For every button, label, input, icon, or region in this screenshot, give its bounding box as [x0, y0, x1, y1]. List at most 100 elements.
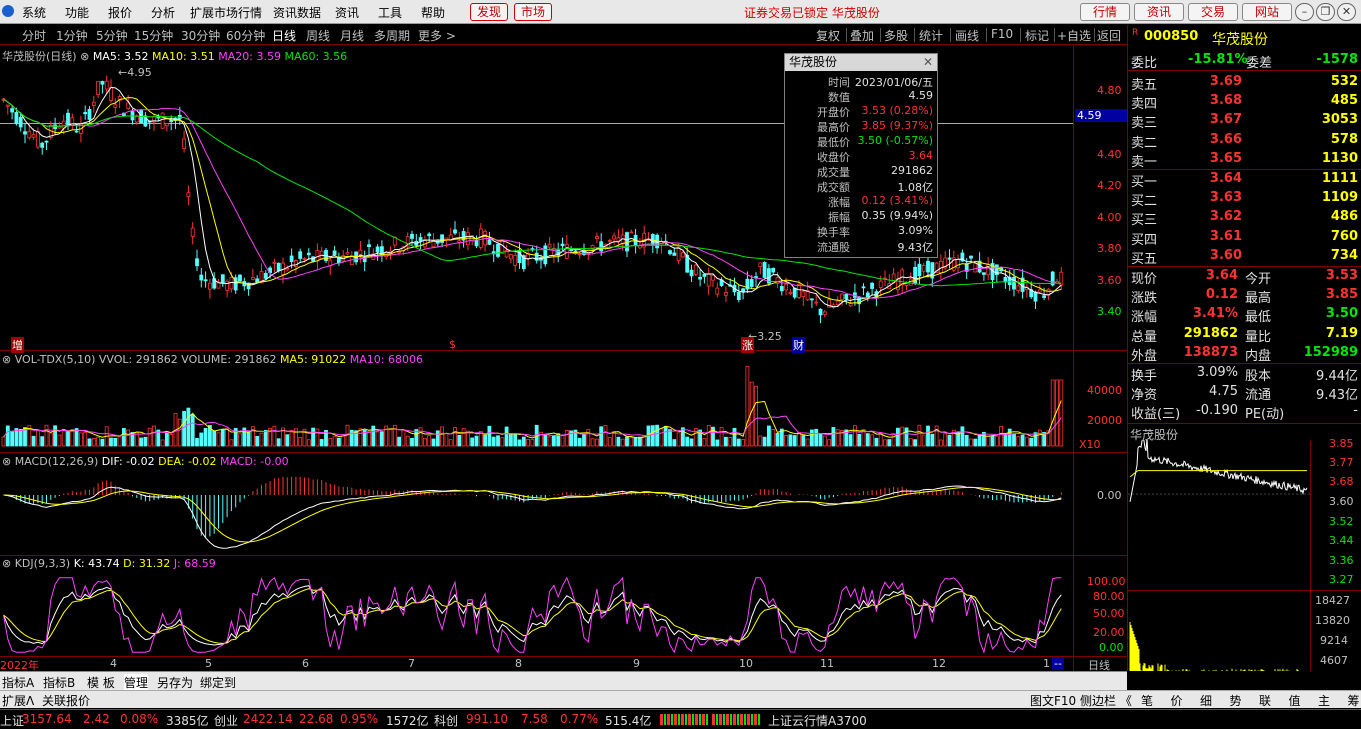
more-label: 更多 — [418, 29, 443, 43]
ask-row[interactable]: 卖五 3.69 532 — [1128, 73, 1361, 93]
menu-help[interactable]: 帮助 — [421, 4, 445, 21]
trade-button[interactable]: 交易 — [1188, 3, 1238, 21]
ask-row[interactable]: 卖四 3.68 485 — [1128, 92, 1361, 113]
period-tab-weekly[interactable]: 周线 — [306, 27, 330, 44]
period-tab-timeshare[interactable]: 分时 — [22, 27, 46, 44]
tooltip-row: 收盘价 3.64 — [785, 149, 937, 164]
period-tab-15min[interactable]: 15分钟 — [134, 27, 173, 44]
marker-dollar[interactable]: $ — [449, 338, 456, 351]
overlay-button[interactable]: 叠加 — [850, 27, 874, 44]
main-chart-legend: 华茂股份(日线) ⊗ MA5: 3.52 MA10: 3.51 MA20: 3.… — [2, 48, 347, 64]
website-button[interactable]: 网站 — [1242, 3, 1292, 21]
right-tab[interactable]: 筹 — [1348, 692, 1360, 709]
low-marker-value: 3.25 — [757, 330, 782, 343]
ask-label: 卖五 — [1131, 78, 1158, 93]
bid-row[interactable]: 买一 3.64 1111 — [1128, 170, 1361, 190]
close-icon[interactable]: ✕ — [923, 54, 933, 71]
tab-save-as[interactable]: 另存为 — [157, 674, 193, 691]
right-tab[interactable]: 主 — [1318, 692, 1330, 709]
mark-button[interactable]: 标记 — [1025, 27, 1049, 44]
ask-row[interactable]: 卖三 3.67 3053 — [1128, 111, 1361, 131]
quote-button[interactable]: 行情 — [1080, 3, 1130, 21]
draw-line-button[interactable]: 画线 — [955, 27, 979, 44]
menu-function[interactable]: 功能 — [65, 4, 89, 21]
marker-cai[interactable]: 财 — [792, 337, 805, 353]
marker-zhang[interactable]: 涨 — [741, 337, 754, 353]
market-button[interactable]: 市场 — [514, 3, 552, 21]
related-quotes-tab[interactable]: 关联报价 — [42, 692, 90, 709]
volume-bar — [891, 433, 896, 447]
bid-row[interactable]: 买五 3.60 734 — [1128, 247, 1361, 267]
period-tab-5min[interactable]: 5分钟 — [96, 27, 128, 44]
collapse-icon[interactable]: ⊗ — [2, 353, 11, 366]
right-tab[interactable]: 联 — [1259, 692, 1271, 709]
collapse-icon[interactable]: ⊗ — [2, 455, 11, 468]
menu-info-data[interactable]: 资讯数据 — [273, 4, 321, 21]
volume-bar — [203, 427, 208, 447]
candle-body — [870, 282, 874, 289]
sh-index-change: 2.42 — [83, 712, 110, 726]
tab-bind-to[interactable]: 绑定到 — [200, 674, 236, 691]
right-tab[interactable]: 势 — [1230, 692, 1242, 709]
period-tab-monthly[interactable]: 月线 — [340, 27, 364, 44]
ma60-legend: MA60: 3.56 — [284, 50, 348, 63]
volume-bar — [547, 436, 552, 447]
multi-stock-button[interactable]: 多股 — [884, 27, 908, 44]
bid-row[interactable]: 买三 3.62 486 — [1128, 208, 1361, 229]
tab-template[interactable]: 模 板 — [87, 674, 115, 691]
menu-quote[interactable]: 报价 — [108, 4, 132, 21]
candle-body — [668, 250, 672, 255]
restore-rights-button[interactable]: 复权 — [816, 27, 840, 44]
menu-system[interactable]: 系统 — [22, 4, 46, 21]
bid-row[interactable]: 买四 3.61 760 — [1128, 228, 1361, 248]
f10-button[interactable]: F10 — [991, 27, 1013, 41]
tab-manage[interactable]: 管理 — [124, 674, 149, 691]
tab-indicator-b[interactable]: 指标B — [43, 674, 75, 691]
period-tab-multi[interactable]: 多周期 — [374, 27, 410, 44]
right-tab[interactable]: 值 — [1289, 692, 1301, 709]
back-button[interactable]: 返回 — [1097, 27, 1121, 44]
statistics-button[interactable]: 统计 — [919, 27, 943, 44]
menu-info[interactable]: 资讯 — [335, 4, 359, 21]
menu-ext-market[interactable]: 扩展市场行情 — [190, 4, 262, 21]
volume-bar — [517, 439, 522, 447]
restore-icon[interactable]: ❐ — [1316, 3, 1335, 21]
tab-indicator-a[interactable]: 指标A — [2, 674, 34, 691]
candle-body — [762, 262, 767, 278]
period-tab-more[interactable]: 更多 > — [418, 27, 456, 44]
marker-zeng[interactable]: 增 — [11, 337, 24, 353]
candle-body — [599, 241, 604, 252]
bid-label: 买三 — [1131, 213, 1158, 229]
tooltip-value: 1.08亿 — [897, 181, 934, 194]
period-tab-1min[interactable]: 1分钟 — [56, 27, 88, 44]
period-tab-daily[interactable]: 日线 — [272, 27, 296, 44]
right-tab[interactable]: 笔 — [1141, 692, 1153, 709]
candle-body — [698, 276, 702, 280]
menu-tools[interactable]: 工具 — [378, 4, 402, 21]
volume-bar — [397, 436, 402, 447]
period-tab-30min[interactable]: 30分钟 — [181, 27, 220, 44]
stat2-row: 收益(三) -0.190 PE(动) - — [1128, 402, 1361, 422]
ask-label: 卖四 — [1131, 97, 1158, 113]
right-tab[interactable]: 价 — [1171, 692, 1183, 709]
period-tab-60min[interactable]: 60分钟 — [226, 27, 265, 44]
ext-toggle[interactable]: 扩展Λ — [2, 692, 34, 709]
close-icon[interactable]: ✕ — [1337, 3, 1356, 21]
right-tab[interactable]: 细 — [1200, 692, 1212, 709]
minimize-icon[interactable]: – — [1295, 3, 1314, 21]
volume-bar — [1012, 433, 1016, 447]
ask-row[interactable]: 卖二 3.66 578 — [1128, 131, 1361, 151]
candle-body — [625, 232, 629, 252]
collapse-icon[interactable]: ⊗ — [80, 50, 89, 63]
news-button[interactable]: 资讯 — [1134, 3, 1184, 21]
f10-graphic-button[interactable]: 图文F10 — [1030, 692, 1076, 709]
bid-row[interactable]: 买二 3.63 1109 — [1128, 189, 1361, 209]
volume-bar — [238, 433, 242, 447]
add-watchlist-button[interactable]: +自选 — [1057, 27, 1091, 44]
discover-button[interactable]: 发现 — [470, 3, 508, 21]
candle-body — [702, 274, 707, 277]
ask-row[interactable]: 卖一 3.65 1130 — [1128, 150, 1361, 170]
sidebar-toggle[interactable]: 侧边栏 《 — [1080, 692, 1132, 709]
collapse-icon[interactable]: ⊗ — [2, 557, 11, 570]
menu-analysis[interactable]: 分析 — [151, 4, 175, 21]
